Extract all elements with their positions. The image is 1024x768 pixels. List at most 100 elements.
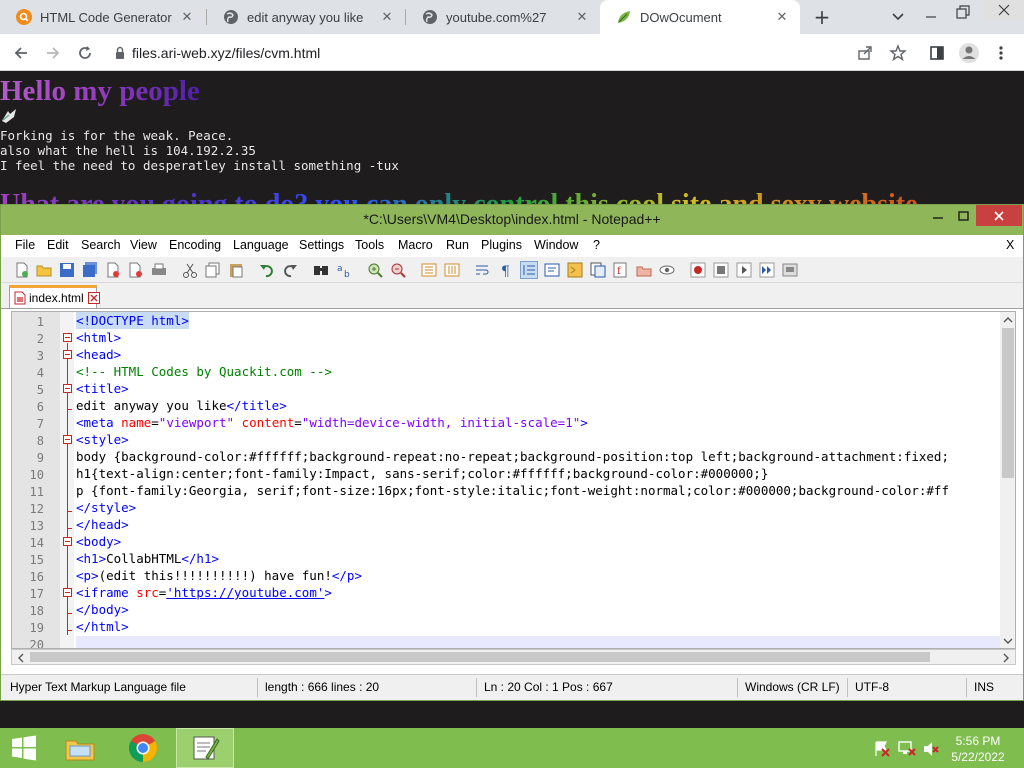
- fold-toggle-icon[interactable]: [63, 350, 72, 359]
- tab-html-code-generator[interactable]: HTML Code Generator ✕: [0, 0, 205, 34]
- play-macro-icon[interactable]: [735, 261, 753, 279]
- menu-plugins[interactable]: Plugins: [481, 238, 522, 252]
- file-tab-index-html[interactable]: index.html: [9, 285, 100, 308]
- reload-icon[interactable]: [70, 34, 100, 71]
- scroll-up-arrow-icon[interactable]: [1000, 313, 1016, 327]
- windows-start-icon[interactable]: [0, 728, 48, 768]
- status-insert-mode[interactable]: INS: [974, 680, 994, 694]
- word-wrap-icon[interactable]: [474, 261, 492, 279]
- close-icon[interactable]: ✕: [377, 9, 397, 25]
- cut-icon[interactable]: [181, 261, 199, 279]
- network-icon[interactable]: [897, 740, 917, 758]
- notepad-title-bar[interactable]: *C:\Users\VM4\Desktop\index.html - Notep…: [1, 205, 1023, 235]
- tab-edit-anyway[interactable]: edit anyway you like ✕: [207, 0, 405, 34]
- share-icon[interactable]: [850, 34, 880, 71]
- new-tab-button[interactable]: +: [810, 5, 834, 29]
- fold-toggle-icon[interactable]: [63, 537, 72, 546]
- kebab-menu-icon[interactable]: [986, 34, 1016, 71]
- paste-icon[interactable]: [227, 261, 245, 279]
- folder-workspace-icon[interactable]: [635, 261, 653, 279]
- doc-list-icon[interactable]: [589, 261, 607, 279]
- menu-encoding[interactable]: Encoding: [169, 238, 221, 252]
- fold-toggle-icon[interactable]: [63, 333, 72, 342]
- record-macro-icon[interactable]: [689, 261, 707, 279]
- show-all-chars-icon[interactable]: ¶: [497, 261, 515, 280]
- menu-file[interactable]: File: [15, 238, 35, 252]
- tab-dowocument[interactable]: DOwOcument ✕: [600, 0, 800, 34]
- print-icon[interactable]: [150, 261, 168, 279]
- menu-window[interactable]: Window: [534, 238, 578, 252]
- new-file-icon[interactable]: [13, 261, 31, 279]
- notepad-plus-plus-taskbar-icon[interactable]: [176, 728, 234, 768]
- fold-toggle-icon[interactable]: [63, 384, 72, 393]
- fold-toggle-icon[interactable]: [63, 588, 72, 597]
- scrollbar-thumb[interactable]: [1002, 328, 1014, 478]
- indent-guide-icon[interactable]: [520, 261, 538, 279]
- menu-help[interactable]: ?: [593, 238, 600, 252]
- volume-muted-icon[interactable]: [922, 740, 940, 758]
- action-center-flag-icon[interactable]: [873, 740, 891, 758]
- file-explorer-icon[interactable]: [56, 728, 104, 768]
- close-icon[interactable]: ✕: [177, 9, 197, 25]
- menu-view[interactable]: View: [130, 238, 157, 252]
- copy-icon[interactable]: [204, 261, 222, 279]
- function-list-icon[interactable]: f: [612, 261, 630, 279]
- minimize-icon[interactable]: [922, 8, 940, 26]
- zoom-out-icon[interactable]: [389, 261, 407, 279]
- back-icon[interactable]: [6, 34, 36, 71]
- maximize-icon[interactable]: [949, 205, 979, 227]
- sync-horizontal-icon[interactable]: [443, 261, 461, 279]
- close-window-button[interactable]: [984, 0, 1024, 20]
- menu-language[interactable]: Language: [233, 238, 289, 252]
- close-icon[interactable]: ✕: [772, 9, 792, 25]
- doc-map-icon[interactable]: [566, 261, 584, 279]
- code-editor[interactable]: 1 2 3 4 5 6 7 8 9 10 11 12 13 14 15 16 1…: [11, 311, 1016, 649]
- menu-edit[interactable]: Edit: [47, 238, 69, 252]
- fold-toggle-icon[interactable]: [63, 435, 72, 444]
- scrollbar-thumb[interactable]: [30, 652, 930, 662]
- monitoring-eye-icon[interactable]: [658, 261, 676, 279]
- close-window-button[interactable]: [976, 205, 1022, 226]
- undo-icon[interactable]: [258, 261, 276, 279]
- scroll-down-arrow-icon[interactable]: [1000, 634, 1016, 648]
- menu-run[interactable]: Run: [446, 238, 469, 252]
- code-text[interactable]: <!DOCTYPE html> <html> <head> <!-- HTML …: [76, 312, 1000, 648]
- close-tab-icon[interactable]: [87, 292, 100, 304]
- redo-icon[interactable]: [281, 261, 299, 279]
- scroll-left-arrow-icon[interactable]: [14, 651, 28, 665]
- status-eol[interactable]: Windows (CR LF): [745, 680, 840, 694]
- find-icon[interactable]: [312, 261, 330, 279]
- tab-search-chevron-icon[interactable]: [888, 9, 908, 25]
- restore-icon[interactable]: [954, 4, 972, 22]
- user-language-icon[interactable]: [543, 261, 561, 279]
- side-panel-icon[interactable]: [922, 34, 952, 71]
- menu-search[interactable]: Search: [81, 238, 121, 252]
- tab-youtube[interactable]: youtube.com%27 ✕: [406, 0, 600, 34]
- save-macro-icon[interactable]: [781, 261, 799, 279]
- status-encoding[interactable]: UTF-8: [855, 680, 889, 694]
- run-multiple-macro-icon[interactable]: [758, 261, 776, 279]
- system-clock[interactable]: 5:56 PM 5/22/2022: [940, 733, 1016, 765]
- scroll-right-arrow-icon[interactable]: [999, 651, 1013, 665]
- horizontal-scrollbar[interactable]: [11, 649, 1016, 665]
- close-document-button[interactable]: X: [1006, 238, 1014, 252]
- profile-avatar-icon[interactable]: [954, 34, 984, 71]
- forward-icon[interactable]: [38, 34, 68, 71]
- save-all-icon[interactable]: [81, 261, 99, 279]
- save-icon[interactable]: [58, 261, 76, 279]
- address-bar[interactable]: files.ari-web.xyz/files/cvm.html: [108, 38, 818, 67]
- code-url-link[interactable]: 'https://youtube.com': [166, 585, 324, 600]
- bookmark-star-icon[interactable]: [883, 34, 913, 71]
- menu-macro[interactable]: Macro: [398, 238, 433, 252]
- zoom-in-icon[interactable]: [366, 261, 384, 279]
- open-folder-icon[interactable]: [35, 261, 53, 279]
- fold-margin[interactable]: [60, 312, 74, 648]
- close-file-icon[interactable]: [104, 261, 122, 279]
- chrome-icon[interactable]: [116, 728, 170, 768]
- close-icon[interactable]: ✕: [572, 9, 592, 25]
- menu-tools[interactable]: Tools: [355, 238, 384, 252]
- menu-settings[interactable]: Settings: [299, 238, 344, 252]
- sync-vertical-icon[interactable]: [420, 261, 438, 279]
- stop-macro-icon[interactable]: [712, 261, 730, 279]
- close-all-icon[interactable]: [127, 261, 145, 279]
